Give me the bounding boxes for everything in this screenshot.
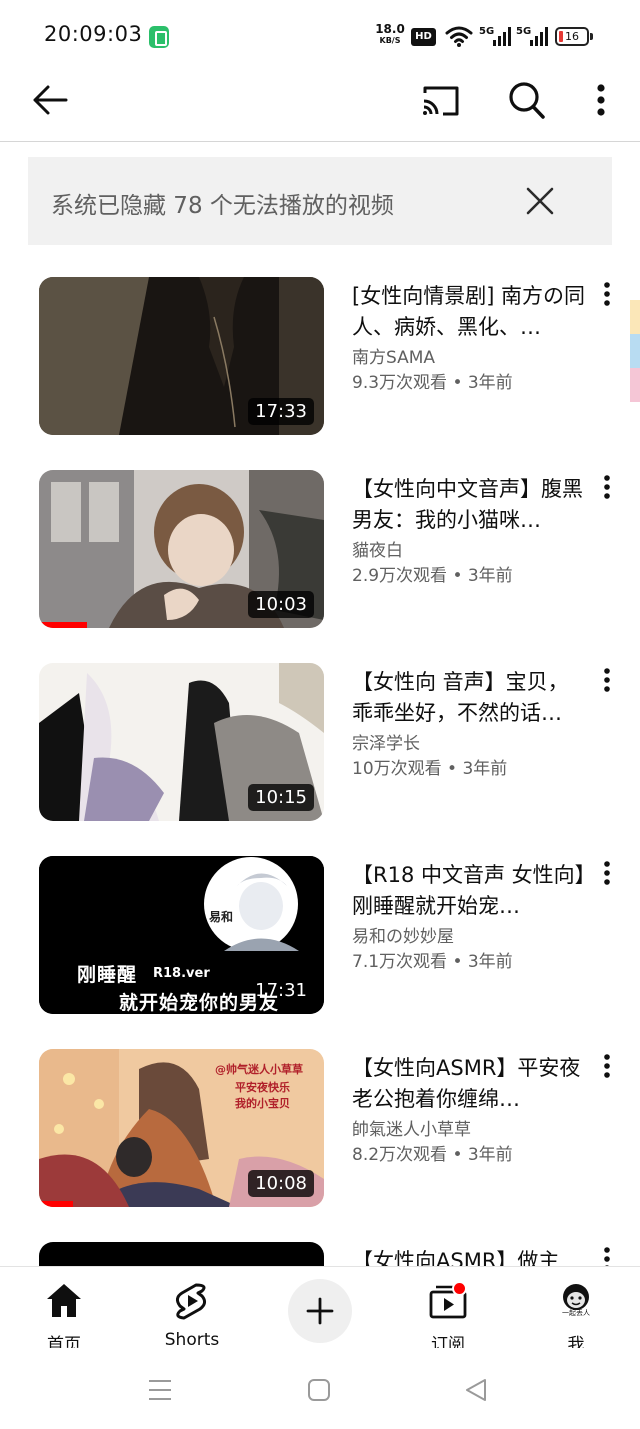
wifi-icon	[445, 26, 473, 47]
battery-icon: 16	[555, 27, 593, 46]
video-channel[interactable]: 易和の妙妙屋	[352, 925, 586, 950]
video-item[interactable]: @帅气迷人小草草 平安夜快乐 我的小宝贝 10:08 【女性向ASMR】平安夜老…	[0, 1049, 640, 1209]
video-more-icon[interactable]	[596, 1246, 618, 1266]
video-thumbnail[interactable]: 10:03	[39, 470, 324, 628]
thumbnail-caption-line3: 我的小宝贝	[235, 1097, 290, 1110]
recents-menu-icon[interactable]	[147, 1379, 173, 1401]
video-thumbnail[interactable]: 易和 刚睡醒 R18.ver 就开始宠你的男友 17:31	[39, 856, 324, 1014]
video-more-icon[interactable]	[596, 1053, 618, 1081]
video-thumbnail[interactable]	[39, 1242, 324, 1266]
search-icon[interactable]	[508, 80, 546, 120]
video-channel[interactable]: 貓夜白	[352, 539, 586, 564]
video-title[interactable]: 【女性向ASMR】做主	[352, 1246, 586, 1266]
back-triangle-icon[interactable]	[464, 1378, 488, 1402]
home-icon	[47, 1284, 81, 1317]
video-thumbnail[interactable]: @帅气迷人小草草 平安夜快乐 我的小宝贝 10:08	[39, 1049, 324, 1207]
video-title[interactable]: 【女性向中文音声】腹黑男友：我的小猫咪…	[352, 474, 586, 536]
video-more-icon[interactable]	[596, 860, 618, 888]
video-title[interactable]: 【女性向 音声】宝贝，乖乖坐好，不然的话…	[352, 667, 586, 729]
video-channel[interactable]: 南方SAMA	[352, 346, 586, 371]
battery-saver-icon	[149, 26, 169, 48]
video-info[interactable]: 【女性向ASMR】做主	[352, 1246, 586, 1266]
video-item[interactable]: 10:15 【女性向 音声】宝贝，乖乖坐好，不然的话… 宗泽学长 10万次观看 …	[0, 663, 640, 823]
notification-dot	[452, 1281, 467, 1296]
video-duration: 10:15	[248, 784, 314, 811]
watch-progress-bar	[39, 1201, 73, 1207]
video-channel[interactable]: 帥氣迷人小草草	[352, 1118, 586, 1143]
video-title[interactable]: [女性向情景剧] 南方の同人、病娇、黑化、…	[352, 281, 586, 343]
watch-progress-bar	[39, 622, 87, 628]
5g-signal-icon: 5G	[479, 26, 511, 46]
video-meta: 10万次观看 • 3年前	[352, 759, 508, 779]
shorts-icon	[175, 1283, 207, 1320]
nav-subscriptions[interactable]: 订阅	[398, 1275, 498, 1355]
video-more-icon[interactable]	[596, 667, 618, 695]
status-time: 20:09:03	[44, 22, 143, 46]
thumbnail-caption-line1: 刚睡醒	[77, 964, 138, 986]
video-title[interactable]: 【R18 中文音声 女性向】刚睡醒就开始宠…	[352, 860, 586, 922]
video-item[interactable]: 10:03 【女性向中文音声】腹黑男友：我的小猫咪… 貓夜白 2.9万次观看 •…	[0, 470, 640, 630]
video-duration: 10:03	[248, 591, 314, 618]
video-item[interactable]: 【女性向ASMR】做主	[0, 1242, 640, 1266]
create-button[interactable]	[288, 1279, 352, 1343]
video-thumbnail[interactable]: 10:15	[39, 663, 324, 821]
nav-shorts-label: Shorts	[164, 1330, 220, 1350]
video-info[interactable]: [女性向情景剧] 南方の同人、病娇、黑化、… 南方SAMA 9.3万次观看 • …	[352, 281, 586, 396]
status-bar: 20:09:03 18.0 KB/S HD 5G 5G 16	[0, 0, 640, 72]
video-meta: 8.2万次观看 • 3年前	[352, 1145, 513, 1165]
svg-text:5G: 5G	[479, 26, 494, 37]
hidden-videos-notice: 系统已隐藏 78 个无法播放的视频	[28, 157, 612, 245]
hd-voice-badge: HD	[411, 28, 436, 46]
video-meta: 7.1万次观看 • 3年前	[352, 952, 513, 972]
video-title[interactable]: 【女性向ASMR】平安夜老公抱着你缠绵…	[352, 1053, 586, 1115]
video-thumbnail[interactable]: 17:33	[39, 277, 324, 435]
video-info[interactable]: 【女性向中文音声】腹黑男友：我的小猫咪… 貓夜白 2.9万次观看 • 3年前	[352, 474, 586, 589]
video-meta: 9.3万次观看 • 3年前	[352, 373, 513, 393]
5g-signal-icon-2: 5G	[516, 26, 548, 46]
close-icon[interactable]	[524, 185, 556, 217]
nav-home[interactable]: 首页	[14, 1275, 114, 1355]
network-speed-value: 18.0	[375, 22, 405, 36]
video-info[interactable]: 【女性向ASMR】平安夜老公抱着你缠绵… 帥氣迷人小草草 8.2万次观看 • 3…	[352, 1053, 586, 1168]
top-app-bar	[0, 72, 640, 142]
video-info[interactable]: 【R18 中文音声 女性向】刚睡醒就开始宠… 易和の妙妙屋 7.1万次观看 • …	[352, 860, 586, 975]
nav-you[interactable]: 一起丢人 我	[526, 1275, 626, 1355]
thumbnail-caption-line1: @帅气迷人小草草	[215, 1063, 303, 1076]
more-vert-icon[interactable]	[594, 83, 608, 117]
video-more-icon[interactable]	[596, 474, 618, 502]
nav-shorts[interactable]: Shorts	[142, 1275, 242, 1350]
bottom-navigation: 首页 Shorts 订阅 一起丢人 我	[0, 1266, 640, 1355]
thumbnail-caption-tag: R18.ver	[153, 966, 210, 981]
video-duration: 17:33	[248, 398, 314, 425]
hidden-videos-text: 系统已隐藏 78 个无法播放的视频	[51, 193, 394, 219]
video-duration: 10:08	[248, 1170, 314, 1197]
video-info[interactable]: 【女性向 音声】宝贝，乖乖坐好，不然的话… 宗泽学长 10万次观看 • 3年前	[352, 667, 586, 782]
thumbnail-avatar-label: 易和	[209, 910, 234, 924]
create-plus-icon	[306, 1297, 334, 1325]
network-speed-unit: KB/S	[379, 36, 401, 45]
video-more-icon[interactable]	[596, 281, 618, 309]
network-speed: 18.0 KB/S	[375, 22, 405, 46]
cast-icon[interactable]	[421, 84, 461, 118]
battery-fill	[559, 31, 563, 42]
video-item[interactable]: 易和 刚睡醒 R18.ver 就开始宠你的男友 17:31 【R18 中文音声 …	[0, 856, 640, 1016]
avatar-caption: 一起丢人	[562, 1309, 590, 1317]
video-item[interactable]: 17:33 [女性向情景剧] 南方の同人、病娇、黑化、… 南方SAMA 9.3万…	[0, 277, 640, 437]
back-arrow-icon[interactable]	[32, 84, 68, 116]
video-duration: 17:31	[255, 980, 307, 1001]
system-navigation-bar	[0, 1348, 640, 1429]
home-square-icon[interactable]	[307, 1378, 331, 1402]
video-meta: 2.9万次观看 • 3年前	[352, 566, 513, 586]
video-channel[interactable]: 宗泽学长	[352, 732, 586, 757]
battery-level: 16	[565, 30, 579, 43]
svg-text:5G: 5G	[516, 26, 531, 37]
thumbnail-caption-line2: 平安夜快乐	[235, 1081, 290, 1094]
